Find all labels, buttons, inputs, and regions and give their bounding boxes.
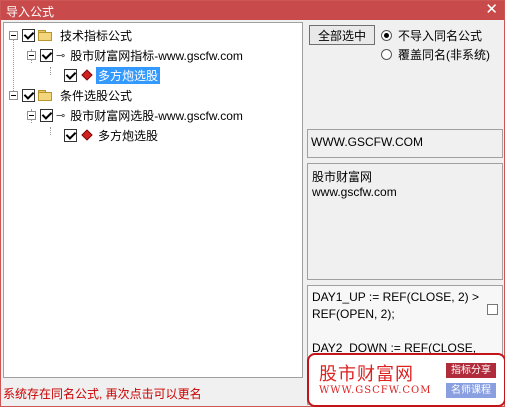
group-label: 条件选股公式 bbox=[60, 88, 133, 103]
formula-diamond-icon bbox=[81, 69, 93, 81]
description-line2: www.gscfw.com bbox=[312, 185, 397, 199]
radio-no-import-same[interactable] bbox=[381, 30, 392, 41]
tree-group-indicator[interactable]: 技术指标公式 bbox=[9, 26, 134, 44]
option-no-import-same[interactable]: 不导入同名公式 bbox=[381, 27, 482, 44]
url-panel: WWW.GSCFW.COM bbox=[307, 129, 503, 158]
collapse-icon[interactable] bbox=[27, 50, 36, 60]
tree-connector bbox=[50, 67, 51, 75]
import-formula-dialog: 导入公式 ✕ 技术指标公式 ⊸ 股市财富网指标-www.gscfw.com 多方… bbox=[0, 0, 505, 407]
watermark-tag-course: 名师课程 bbox=[446, 383, 496, 398]
key-icon: ⊸ bbox=[56, 49, 65, 62]
select-all-button[interactable]: 全部选中 bbox=[309, 25, 375, 45]
title-bar[interactable]: 导入公式 ✕ bbox=[1, 1, 504, 20]
formula-diamond-icon bbox=[81, 129, 93, 141]
item-checkbox[interactable] bbox=[40, 48, 53, 62]
group-checkbox[interactable] bbox=[22, 88, 35, 102]
group-checkbox[interactable] bbox=[22, 28, 35, 42]
collapse-icon[interactable] bbox=[9, 90, 18, 100]
collapse-icon[interactable] bbox=[27, 110, 36, 120]
tree-group-selection[interactable]: 条件选股公式 bbox=[9, 86, 134, 104]
item-label: 股市财富网选股-www.gscfw.com bbox=[70, 108, 243, 123]
url-text: WWW.GSCFW.COM bbox=[311, 135, 423, 149]
option-overwrite-same[interactable]: 覆盖同名(非系统) bbox=[381, 46, 490, 63]
item-label: 股市财富网指标-www.gscfw.com bbox=[70, 48, 243, 63]
collapse-icon[interactable] bbox=[9, 30, 18, 40]
description-line1: 股市财富网 bbox=[312, 170, 373, 184]
option-label: 覆盖同名(非系统) bbox=[398, 48, 490, 62]
option-label: 不导入同名公式 bbox=[398, 29, 483, 43]
close-icon[interactable]: ✕ bbox=[485, 1, 498, 19]
folder-icon bbox=[38, 89, 52, 101]
radio-overwrite-same[interactable] bbox=[381, 49, 392, 60]
formula-tree[interactable]: 技术指标公式 ⊸ 股市财富网指标-www.gscfw.com 多方炮选股 条件选… bbox=[3, 22, 303, 378]
folder-icon bbox=[38, 29, 52, 41]
tree-leaf-indicator[interactable]: 多方炮选股 bbox=[64, 66, 161, 84]
scroll-box[interactable] bbox=[487, 304, 498, 315]
window-title: 导入公式 bbox=[6, 5, 55, 19]
item-checkbox[interactable] bbox=[40, 108, 53, 122]
leaf-label: 多方炮选股 bbox=[98, 128, 159, 143]
tree-item-selection-set[interactable]: ⊸ 股市财富网选股-www.gscfw.com bbox=[27, 106, 245, 124]
status-message: 系统存在同名公式, 再次点击可以更名 bbox=[3, 387, 202, 401]
description-panel: 股市财富网 www.gscfw.com bbox=[307, 163, 503, 280]
formula-code: DAY1_UP := REF(CLOSE, 2) > REF(OPEN, 2);… bbox=[312, 290, 479, 355]
watermark-tag-share: 指标分享 bbox=[446, 363, 496, 378]
watermark-logo: 股市财富网 WWW.GSCFW.COM 指标分享 名师课程 bbox=[307, 353, 505, 407]
leaf-checkbox[interactable] bbox=[64, 68, 77, 82]
watermark-title: 股市财富网 bbox=[319, 364, 414, 385]
tree-leaf-selection[interactable]: 多方炮选股 bbox=[64, 126, 160, 144]
tree-item-indicator-set[interactable]: ⊸ 股市财富网指标-www.gscfw.com bbox=[27, 46, 245, 64]
leaf-checkbox[interactable] bbox=[64, 128, 77, 142]
group-label: 技术指标公式 bbox=[60, 28, 133, 43]
watermark-url: WWW.GSCFW.COM bbox=[319, 385, 432, 396]
leaf-label: 多方炮选股 bbox=[96, 66, 161, 84]
key-icon: ⊸ bbox=[56, 109, 65, 122]
tree-connector bbox=[50, 127, 51, 135]
